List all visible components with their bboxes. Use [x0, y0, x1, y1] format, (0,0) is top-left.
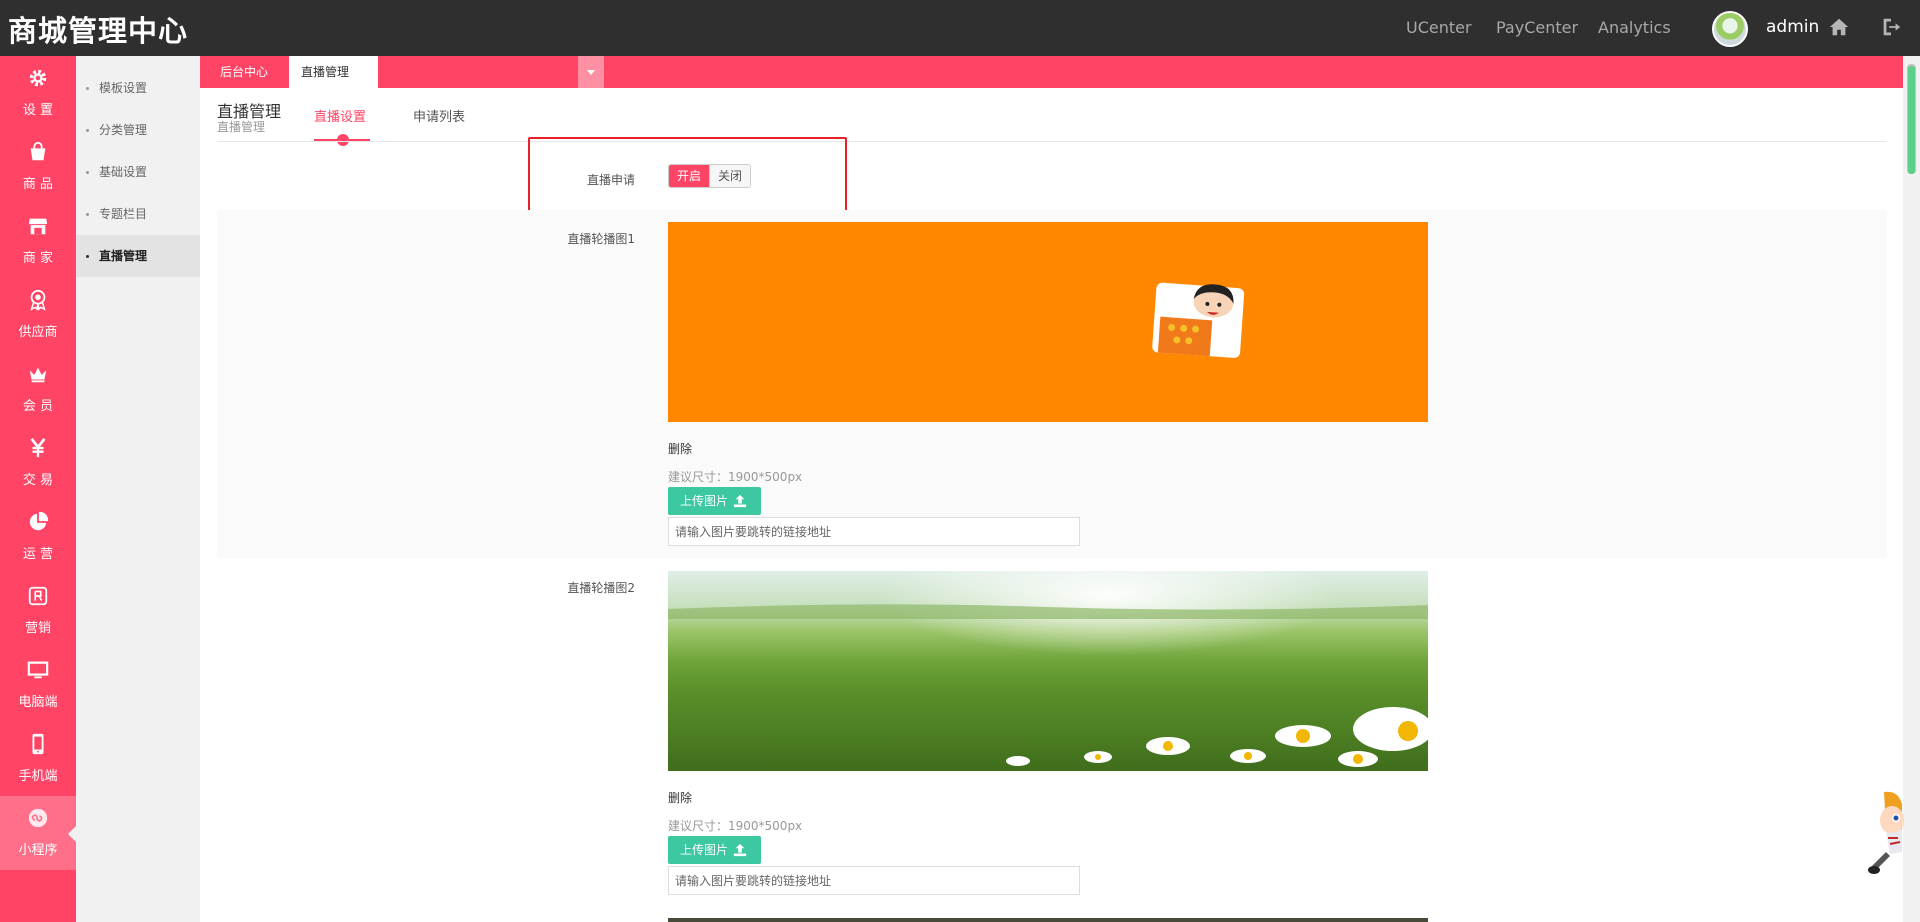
- rail-label: 商 品: [22, 177, 54, 192]
- submenu-topic-column[interactable]: 专题栏目: [76, 193, 200, 235]
- nav-ucenter[interactable]: UCenter: [1406, 18, 1472, 37]
- tab-apply-list[interactable]: 申请列表: [413, 106, 465, 125]
- page-tab-live[interactable]: 直播管理×: [289, 56, 378, 112]
- monitor-icon: [27, 661, 49, 679]
- page-tab-home[interactable]: 后台中心: [208, 56, 280, 88]
- phone-icon: [32, 733, 44, 755]
- rail-label: 手机端: [18, 769, 58, 784]
- highlight-annotation-box: [528, 137, 847, 214]
- badge-icon: [30, 289, 46, 311]
- rail-item-marketing[interactable]: 营销: [0, 574, 76, 648]
- gear-icon: [29, 69, 47, 87]
- carousel-image-2: [668, 571, 1428, 771]
- page-tab-strip: 后台中心 直播管理×: [200, 56, 1920, 112]
- yen-icon: [30, 437, 46, 458]
- rail-item-trade[interactable]: 交 易: [0, 426, 76, 500]
- upload-icon: [733, 494, 747, 508]
- home-icon[interactable]: [1828, 16, 1850, 38]
- username[interactable]: admin: [1766, 17, 1819, 37]
- page-subtitle: 直播管理: [217, 120, 266, 134]
- rail-label: 运 营: [22, 547, 54, 562]
- rail-item-miniapp[interactable]: 小程序: [0, 796, 76, 870]
- nav-paycenter[interactable]: PayCenter: [1496, 18, 1578, 37]
- carousel-label-2: 直播轮播图2: [567, 581, 635, 595]
- size-hint-1: 建议尺寸：1900*500px: [668, 470, 803, 484]
- upload-label: 上传图片: [680, 843, 729, 857]
- rail-label: 营销: [24, 621, 51, 636]
- upload-button-2[interactable]: 上传图片: [668, 836, 761, 864]
- carousel-image-1: [668, 222, 1428, 422]
- divider: [217, 141, 1887, 142]
- rail-item-members[interactable]: 会 员: [0, 352, 76, 426]
- page-scrollbar[interactable]: [1903, 56, 1920, 922]
- tab-dropdown-button[interactable]: [578, 56, 604, 88]
- bag-icon: [30, 141, 46, 161]
- meadow-flowers-icon: [668, 571, 1428, 771]
- rail-item-operation[interactable]: 运 营: [0, 500, 76, 574]
- submenu-category-manage[interactable]: 分类管理: [76, 109, 200, 151]
- tab-live-settings[interactable]: 直播设置: [314, 106, 366, 125]
- submenu-live-manage[interactable]: 直播管理: [76, 235, 200, 277]
- link-url-input-1[interactable]: [668, 517, 1080, 546]
- rail-item-goods[interactable]: 商 品: [0, 130, 76, 204]
- upload-button-1[interactable]: 上传图片: [668, 487, 761, 515]
- rail-label: 小程序: [18, 843, 58, 858]
- upload-icon: [733, 843, 747, 857]
- size-hint-2: 建议尺寸：1900*500px: [668, 819, 803, 833]
- scroll-indicator: [1908, 66, 1915, 174]
- rail-label: 交 易: [22, 473, 54, 488]
- rail-label: 供应商: [18, 325, 58, 340]
- link-url-input-2[interactable]: [668, 866, 1080, 895]
- rail-item-pc[interactable]: 电脑端: [0, 648, 76, 722]
- carousel-label-1: 直播轮播图1: [567, 232, 635, 246]
- active-tab-dot: [337, 134, 349, 146]
- avatar[interactable]: [1712, 11, 1748, 47]
- rail-label: 商 家: [22, 251, 54, 266]
- rail-item-suppliers[interactable]: 供应商: [0, 278, 76, 352]
- promo-icon: [28, 586, 48, 606]
- rail-item-merchants[interactable]: 商 家: [0, 204, 76, 278]
- upload-label: 上传图片: [680, 494, 729, 508]
- pie-icon: [29, 511, 49, 531]
- mascot-helper-icon[interactable]: [1864, 790, 1904, 890]
- delete-image-2[interactable]: 删除: [668, 789, 692, 806]
- rail-label: 设 置: [22, 103, 54, 118]
- rail-label: 会 员: [22, 399, 54, 414]
- rail-item-settings[interactable]: 设 置: [0, 56, 76, 130]
- app-title: 商城管理中心: [8, 14, 189, 48]
- page-tab-label: 直播管理: [301, 65, 350, 79]
- top-bar: 商城管理中心 UCenter PayCenter Analytics admin: [0, 0, 1920, 56]
- nav-analytics[interactable]: Analytics: [1598, 18, 1671, 37]
- submenu-template-settings[interactable]: 模板设置: [76, 67, 200, 109]
- miniapp-icon: [28, 808, 48, 828]
- delete-image-1[interactable]: 删除: [668, 440, 692, 457]
- logout-icon[interactable]: [1880, 16, 1902, 38]
- crown-icon: [29, 367, 47, 383]
- rail-label: 电脑端: [18, 695, 58, 710]
- submenu-basic-settings[interactable]: 基础设置: [76, 151, 200, 193]
- main-nav-rail: 设 置 商 品 商 家 供应商 会 员 交 易 运 营 营销 电脑端 手机端 小…: [0, 56, 76, 922]
- cartoon-sticker-icon: [1152, 282, 1245, 358]
- store-icon: [28, 218, 48, 235]
- sub-menu: 模板设置 分类管理 基础设置 专题栏目 直播管理: [76, 56, 200, 922]
- carousel-image-3-partial: [668, 918, 1428, 922]
- rail-item-mobile[interactable]: 手机端: [0, 722, 76, 796]
